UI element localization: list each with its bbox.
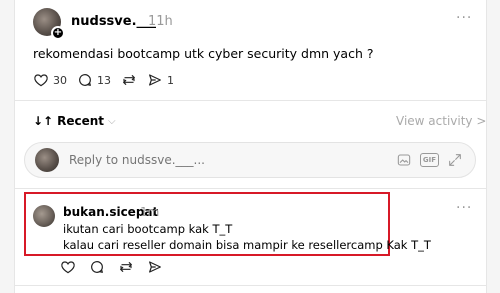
like-count: 30 [53,73,67,87]
sort-label: Recent [57,114,105,128]
comment-text-line-2: kalau cari reseller domain bisa mampir k… [63,238,431,252]
post-actions: 30 13 1 [33,69,174,91]
comment-actions [60,259,163,275]
sort-icon: ↓↑ [33,114,54,128]
comment-bubble-icon[interactable] [89,259,105,275]
expand-icon[interactable] [447,152,463,168]
current-user-avatar [35,148,59,172]
send-icon [149,74,161,86]
heart-icon[interactable] [60,259,76,275]
repost-button[interactable] [121,72,137,88]
share-count: 1 [167,73,174,87]
chevron-down-icon: ⌵ [108,115,116,127]
sort-dropdown[interactable]: ↓↑ Recent ⌵ [33,114,116,128]
reply-input[interactable] [69,153,369,167]
post-more-options-icon[interactable]: ··· [456,10,472,26]
gif-icon[interactable]: GIF [419,153,439,167]
comment-timestamp: 1m [140,205,160,219]
post-username[interactable]: nudssve.___ [71,14,156,29]
comment-author-avatar[interactable] [33,205,55,227]
send-icon[interactable] [147,259,163,275]
divider [14,285,487,286]
divider [14,100,487,101]
comment-button[interactable]: 13 [77,72,111,88]
repost-icon[interactable] [118,259,134,275]
share-button[interactable]: 1 [147,72,174,88]
post-author-avatar[interactable]: + [33,8,65,40]
follow-plus-icon[interactable]: + [51,26,65,40]
heart-icon [34,74,48,87]
comment-count: 13 [97,73,111,87]
comment-bubble-icon [79,74,91,86]
repost-icon [123,75,135,85]
comment-text-line-1: ikutan cari bootcamp kak T_T [63,222,233,236]
image-icon[interactable] [396,152,412,168]
reply-composer[interactable]: GIF [24,142,476,178]
like-button[interactable]: 30 [33,72,67,88]
post-timestamp: 11h [148,14,173,29]
divider [14,188,487,189]
reply-tools: GIF [396,152,463,168]
view-activity-link[interactable]: View activity > [396,114,486,128]
post-text: rekomendasi bootcamp utk cyber security … [33,46,374,61]
comment-more-options-icon[interactable]: ··· [456,200,472,216]
